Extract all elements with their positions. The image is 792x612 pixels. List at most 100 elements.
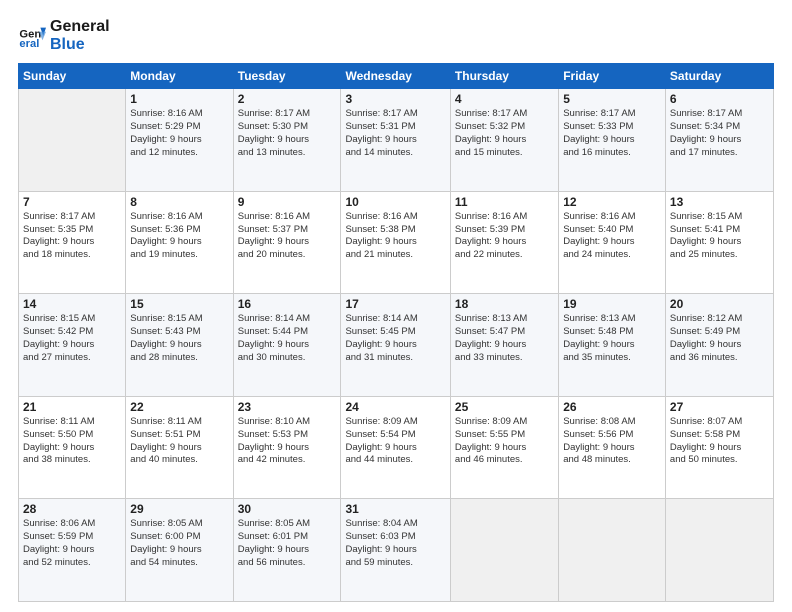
- calendar-table: SundayMondayTuesdayWednesdayThursdayFrid…: [18, 63, 774, 602]
- day-info: Sunrise: 8:05 AM Sunset: 6:01 PM Dayligh…: [238, 518, 337, 569]
- day-info: Sunrise: 8:17 AM Sunset: 5:32 PM Dayligh…: [455, 108, 554, 159]
- calendar-cell: 20 Sunrise: 8:12 AM Sunset: 5:49 PM Dayli…: [665, 294, 773, 397]
- day-info: Sunrise: 8:09 AM Sunset: 5:55 PM Dayligh…: [455, 416, 554, 467]
- calendar-cell: 3 Sunrise: 8:17 AM Sunset: 5:31 PM Daylig…: [341, 89, 450, 192]
- day-info: Sunrise: 8:07 AM Sunset: 5:58 PM Dayligh…: [670, 416, 769, 467]
- weekday-header-friday: Friday: [559, 64, 666, 89]
- calendar-cell: 31 Sunrise: 8:04 AM Sunset: 6:03 PM Dayli…: [341, 499, 450, 602]
- calendar-cell: 9 Sunrise: 8:16 AM Sunset: 5:37 PM Daylig…: [233, 191, 341, 294]
- weekday-header-wednesday: Wednesday: [341, 64, 450, 89]
- day-number: 9: [238, 195, 337, 209]
- calendar-header-row: SundayMondayTuesdayWednesdayThursdayFrid…: [19, 64, 774, 89]
- logo-icon: Gen eral: [18, 22, 46, 50]
- day-number: 22: [130, 400, 228, 414]
- day-number: 30: [238, 502, 337, 516]
- day-number: 8: [130, 195, 228, 209]
- day-number: 12: [563, 195, 661, 209]
- calendar-cell: 6Sunrise: 8:17 AM Sunset: 5:34 PM Daylig…: [665, 89, 773, 192]
- day-info: Sunrise: 8:04 AM Sunset: 6:03 PM Dayligh…: [345, 518, 445, 569]
- day-number: 13: [670, 195, 769, 209]
- day-info: Sunrise: 8:16 AM Sunset: 5:36 PM Dayligh…: [130, 211, 228, 262]
- day-number: 26: [563, 400, 661, 414]
- day-number: 3: [345, 92, 445, 106]
- day-number: 27: [670, 400, 769, 414]
- logo-text-line1: General: [50, 18, 110, 36]
- day-number: 29: [130, 502, 228, 516]
- day-number: 4: [455, 92, 554, 106]
- calendar-cell: 30 Sunrise: 8:05 AM Sunset: 6:01 PM Dayli…: [233, 499, 341, 602]
- calendar-week-4: 21 Sunrise: 8:11 AM Sunset: 5:50 PM Dayli…: [19, 396, 774, 499]
- day-number: 2: [238, 92, 337, 106]
- calendar-cell: 27 Sunrise: 8:07 AM Sunset: 5:58 PM Dayli…: [665, 396, 773, 499]
- day-info: Sunrise: 8:17 AM Sunset: 5:31 PM Dayligh…: [345, 108, 445, 159]
- calendar-cell: [450, 499, 558, 602]
- calendar-cell: 2 Sunrise: 8:17 AM Sunset: 5:30 PM Daylig…: [233, 89, 341, 192]
- weekday-header-tuesday: Tuesday: [233, 64, 341, 89]
- logo: Gen eral General Blue: [18, 18, 110, 53]
- day-number: 24: [345, 400, 445, 414]
- day-number: 15: [130, 297, 228, 311]
- calendar-cell: [665, 499, 773, 602]
- calendar-cell: 19 Sunrise: 8:13 AM Sunset: 5:48 PM Dayli…: [559, 294, 666, 397]
- day-number: 17: [345, 297, 445, 311]
- day-number: 16: [238, 297, 337, 311]
- day-number: 21: [23, 400, 121, 414]
- calendar-cell: 21 Sunrise: 8:11 AM Sunset: 5:50 PM Dayli…: [19, 396, 126, 499]
- day-number: 31: [345, 502, 445, 516]
- logo-text-line2: Blue: [50, 36, 110, 54]
- calendar-cell: [19, 89, 126, 192]
- weekday-header-monday: Monday: [126, 64, 233, 89]
- calendar-cell: 12 Sunrise: 8:16 AM Sunset: 5:40 PM Dayli…: [559, 191, 666, 294]
- day-number: 11: [455, 195, 554, 209]
- day-number: 5: [563, 92, 661, 106]
- day-info: Sunrise: 8:13 AM Sunset: 5:47 PM Dayligh…: [455, 313, 554, 364]
- calendar-cell: 29 Sunrise: 8:05 AM Sunset: 6:00 PM Dayli…: [126, 499, 233, 602]
- calendar-cell: 4 Sunrise: 8:17 AM Sunset: 5:32 PM Daylig…: [450, 89, 558, 192]
- calendar-week-1: 1Sunrise: 8:16 AM Sunset: 5:29 PM Daylig…: [19, 89, 774, 192]
- day-number: 14: [23, 297, 121, 311]
- day-info: Sunrise: 8:16 AM Sunset: 5:38 PM Dayligh…: [345, 211, 445, 262]
- day-info: Sunrise: 8:15 AM Sunset: 5:42 PM Dayligh…: [23, 313, 121, 364]
- calendar-cell: 7 Sunrise: 8:17 AM Sunset: 5:35 PM Daylig…: [19, 191, 126, 294]
- day-info: Sunrise: 8:17 AM Sunset: 5:35 PM Dayligh…: [23, 211, 121, 262]
- day-info: Sunrise: 8:12 AM Sunset: 5:49 PM Dayligh…: [670, 313, 769, 364]
- calendar-cell: 28Sunrise: 8:06 AM Sunset: 5:59 PM Dayli…: [19, 499, 126, 602]
- day-info: Sunrise: 8:17 AM Sunset: 5:30 PM Dayligh…: [238, 108, 337, 159]
- calendar-cell: 22 Sunrise: 8:11 AM Sunset: 5:51 PM Dayli…: [126, 396, 233, 499]
- calendar-cell: 8 Sunrise: 8:16 AM Sunset: 5:36 PM Daylig…: [126, 191, 233, 294]
- day-number: 1: [130, 92, 228, 106]
- day-info: Sunrise: 8:17 AM Sunset: 5:33 PM Dayligh…: [563, 108, 661, 159]
- day-info: Sunrise: 8:11 AM Sunset: 5:50 PM Dayligh…: [23, 416, 121, 467]
- calendar-week-3: 14 Sunrise: 8:15 AM Sunset: 5:42 PM Dayli…: [19, 294, 774, 397]
- calendar-cell: 14 Sunrise: 8:15 AM Sunset: 5:42 PM Dayli…: [19, 294, 126, 397]
- day-info: Sunrise: 8:09 AM Sunset: 5:54 PM Dayligh…: [345, 416, 445, 467]
- day-number: 19: [563, 297, 661, 311]
- weekday-header-thursday: Thursday: [450, 64, 558, 89]
- calendar-week-2: 7 Sunrise: 8:17 AM Sunset: 5:35 PM Daylig…: [19, 191, 774, 294]
- day-number: 18: [455, 297, 554, 311]
- calendar-cell: 26Sunrise: 8:08 AM Sunset: 5:56 PM Dayli…: [559, 396, 666, 499]
- weekday-header-sunday: Sunday: [19, 64, 126, 89]
- day-number: 6: [670, 92, 769, 106]
- day-info: Sunrise: 8:06 AM Sunset: 5:59 PM Dayligh…: [23, 518, 121, 569]
- day-number: 20: [670, 297, 769, 311]
- svg-text:eral: eral: [19, 38, 39, 50]
- calendar-cell: 10Sunrise: 8:16 AM Sunset: 5:38 PM Dayli…: [341, 191, 450, 294]
- calendar-cell: 16 Sunrise: 8:14 AM Sunset: 5:44 PM Dayli…: [233, 294, 341, 397]
- calendar-cell: 15 Sunrise: 8:15 AM Sunset: 5:43 PM Dayli…: [126, 294, 233, 397]
- calendar-cell: 17Sunrise: 8:14 AM Sunset: 5:45 PM Dayli…: [341, 294, 450, 397]
- calendar-cell: 23Sunrise: 8:10 AM Sunset: 5:53 PM Dayli…: [233, 396, 341, 499]
- day-info: Sunrise: 8:11 AM Sunset: 5:51 PM Dayligh…: [130, 416, 228, 467]
- day-info: Sunrise: 8:14 AM Sunset: 5:44 PM Dayligh…: [238, 313, 337, 364]
- day-info: Sunrise: 8:13 AM Sunset: 5:48 PM Dayligh…: [563, 313, 661, 364]
- day-number: 25: [455, 400, 554, 414]
- calendar-cell: 1Sunrise: 8:16 AM Sunset: 5:29 PM Daylig…: [126, 89, 233, 192]
- day-info: Sunrise: 8:05 AM Sunset: 6:00 PM Dayligh…: [130, 518, 228, 569]
- page-header: Gen eral General Blue: [18, 18, 774, 53]
- day-info: Sunrise: 8:15 AM Sunset: 5:41 PM Dayligh…: [670, 211, 769, 262]
- day-info: Sunrise: 8:16 AM Sunset: 5:37 PM Dayligh…: [238, 211, 337, 262]
- weekday-header-saturday: Saturday: [665, 64, 773, 89]
- day-info: Sunrise: 8:16 AM Sunset: 5:40 PM Dayligh…: [563, 211, 661, 262]
- day-number: 7: [23, 195, 121, 209]
- day-info: Sunrise: 8:15 AM Sunset: 5:43 PM Dayligh…: [130, 313, 228, 364]
